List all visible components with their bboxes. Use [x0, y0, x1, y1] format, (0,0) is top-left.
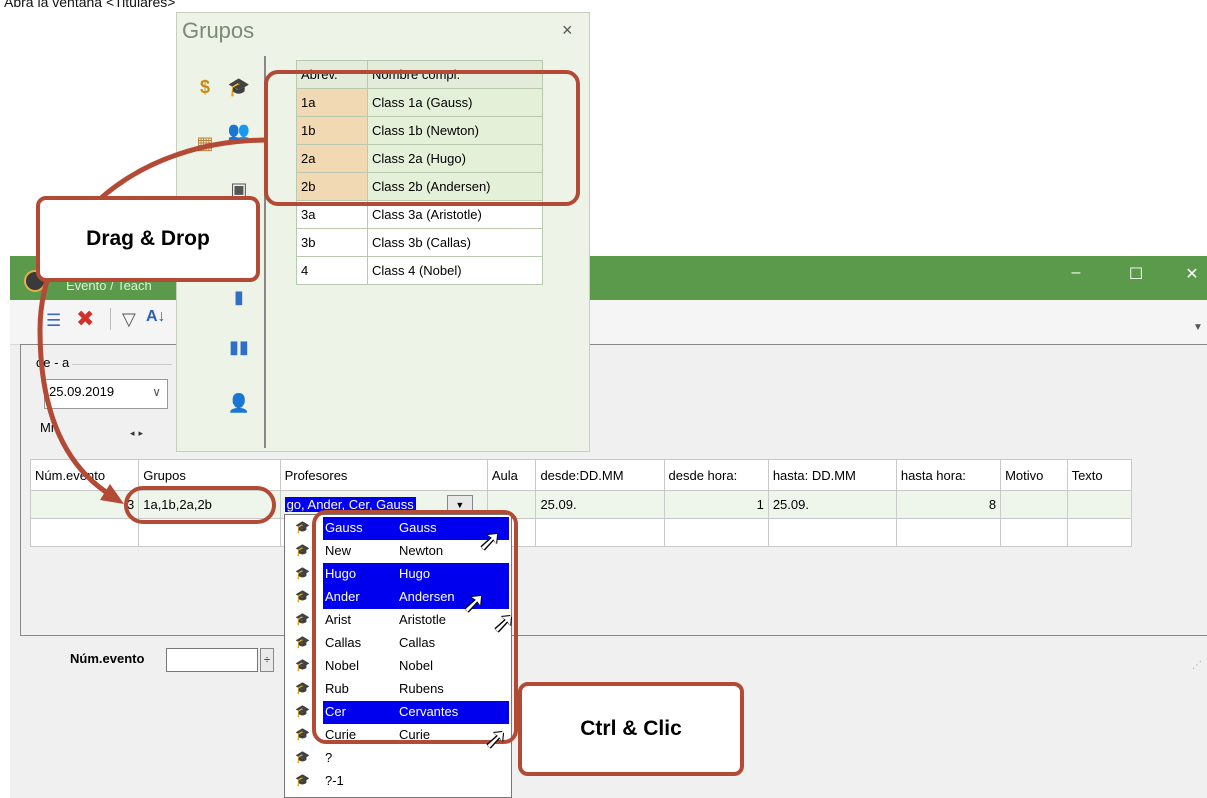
mouse-cursor-icon: ➚ — [462, 587, 486, 618]
drag-arrow — [37, 137, 269, 504]
ctrl-click-callout: Ctrl & Clic — [518, 682, 744, 776]
mouse-cursor-icon: ➚ — [492, 607, 516, 638]
mouse-cursor-icon: ➚ — [484, 723, 508, 754]
mouse-cursor-icon: ➚ — [478, 525, 502, 556]
drag-drop-callout: Drag & Drop — [36, 196, 260, 282]
